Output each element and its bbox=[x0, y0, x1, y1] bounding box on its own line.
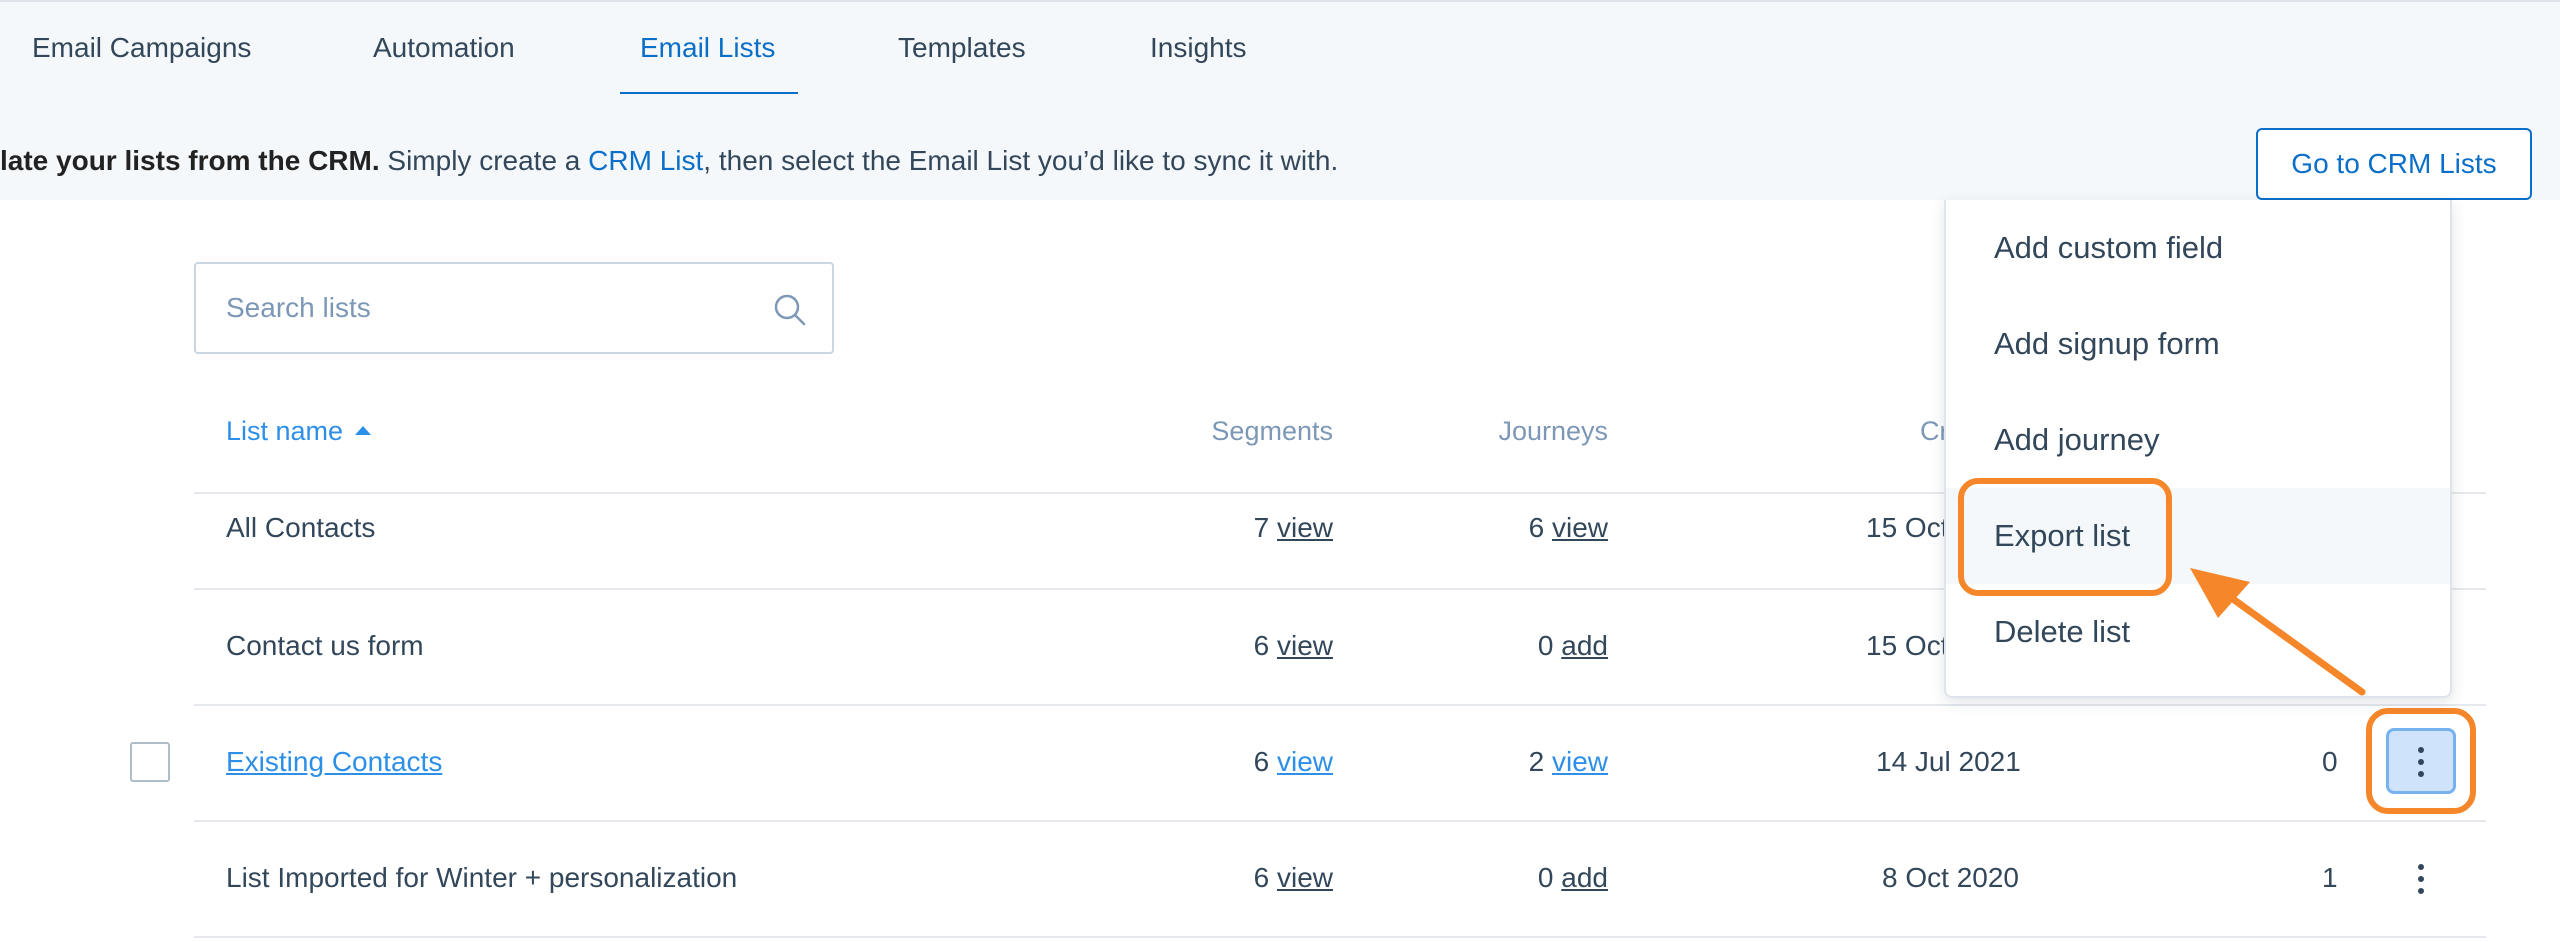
search-icon[interactable] bbox=[772, 292, 808, 328]
list-name: Contact us form bbox=[226, 630, 424, 661]
row-divider bbox=[194, 704, 2486, 706]
sort-ascending-icon bbox=[355, 426, 372, 436]
menu-item-add-custom-field[interactable]: Add custom field bbox=[1946, 200, 2450, 296]
go-to-crm-lists-button[interactable]: Go to CRM Lists bbox=[2256, 128, 2532, 200]
journeys-cell: 2 view bbox=[1529, 746, 1608, 778]
list-name-header-label: List name bbox=[226, 416, 344, 446]
banner-message: late your lists from the CRM. Simply cre… bbox=[0, 145, 1338, 177]
tab-insights[interactable]: Insights bbox=[1150, 32, 1247, 64]
created-date: 15 Oct bbox=[1866, 630, 1949, 661]
banner-text-after: , then select the Email List you’d like … bbox=[703, 145, 1339, 176]
annotation-highlight-export bbox=[1958, 478, 2172, 596]
banner-bold-text: late your lists from the CRM. bbox=[0, 145, 380, 176]
row-divider bbox=[194, 820, 2486, 822]
journeys-count: 2 bbox=[1528, 746, 1545, 777]
row-actions-button[interactable] bbox=[2386, 728, 2456, 794]
journeys-add-link[interactable]: add bbox=[1561, 630, 1608, 661]
created-date: 14 Jul 2021 bbox=[1876, 746, 2021, 777]
tab-email-campaigns[interactable]: Email Campaigns bbox=[32, 32, 251, 64]
segments-cell: 7 view bbox=[1254, 512, 1333, 544]
journeys-count: 0 bbox=[1537, 630, 1554, 661]
column-header-journeys[interactable]: Journeys bbox=[1498, 416, 1608, 447]
journeys-count: 6 bbox=[1528, 512, 1545, 543]
tab-email-lists[interactable]: Email Lists bbox=[640, 32, 775, 64]
annotation-arrow-icon bbox=[2190, 568, 2366, 696]
segments-count: 6 bbox=[1253, 746, 1270, 777]
journeys-view-link[interactable]: view bbox=[1552, 512, 1608, 543]
menu-item-label: Delete list bbox=[1994, 614, 2131, 649]
list-name: All Contacts bbox=[226, 512, 376, 543]
contact-count: 1 bbox=[2322, 862, 2338, 893]
column-header-segments[interactable]: Segments bbox=[1211, 416, 1333, 447]
journeys-cell: 0 add bbox=[1538, 862, 1608, 894]
menu-item-add-journey[interactable]: Add journey bbox=[1946, 392, 2450, 488]
more-vertical-icon bbox=[2410, 745, 2432, 779]
top-nav: Email Campaigns Automation Email Lists T… bbox=[0, 0, 2560, 96]
banner-text-before: Simply create a bbox=[379, 145, 589, 176]
column-header-list-name[interactable]: List name bbox=[226, 416, 372, 447]
tab-templates[interactable]: Templates bbox=[898, 32, 1026, 64]
segments-count: 6 bbox=[1253, 862, 1270, 893]
created-date: 15 Oct bbox=[1866, 512, 1949, 543]
segments-view-link[interactable]: view bbox=[1277, 630, 1333, 661]
journeys-add-link[interactable]: add bbox=[1561, 862, 1608, 893]
journeys-count: 0 bbox=[1537, 862, 1554, 893]
segments-view-link[interactable]: view bbox=[1277, 746, 1333, 777]
menu-item-label: Add journey bbox=[1994, 422, 2160, 457]
menu-item-label: Add signup form bbox=[1994, 326, 2220, 361]
created-date: 8 Oct 2020 bbox=[1882, 862, 2019, 893]
segments-view-link[interactable]: view bbox=[1277, 862, 1333, 893]
menu-item-label: Add custom field bbox=[1994, 230, 2224, 265]
segments-count: 7 bbox=[1253, 512, 1270, 543]
tab-automation[interactable]: Automation bbox=[373, 32, 515, 64]
list-name: List Imported for Winter + personalizati… bbox=[226, 862, 738, 893]
crm-list-link[interactable]: CRM List bbox=[588, 145, 703, 176]
segments-cell: 6 view bbox=[1254, 746, 1333, 778]
journeys-cell: 0 add bbox=[1538, 630, 1608, 662]
list-name-link[interactable]: Existing Contacts bbox=[226, 746, 442, 778]
segments-count: 6 bbox=[1253, 630, 1270, 661]
journeys-view-link[interactable]: view bbox=[1552, 746, 1608, 777]
more-vertical-icon[interactable] bbox=[2410, 862, 2432, 896]
search-box bbox=[194, 262, 834, 354]
search-input[interactable] bbox=[226, 288, 746, 328]
menu-item-add-signup-form[interactable]: Add signup form bbox=[1946, 296, 2450, 392]
journeys-cell: 6 view bbox=[1529, 512, 1608, 544]
row-checkbox[interactable] bbox=[130, 742, 170, 782]
row-divider bbox=[194, 936, 2486, 938]
segments-view-link[interactable]: view bbox=[1277, 512, 1333, 543]
segments-cell: 6 view bbox=[1254, 630, 1333, 662]
contact-count: 0 bbox=[2322, 746, 2338, 777]
segments-cell: 6 view bbox=[1254, 862, 1333, 894]
